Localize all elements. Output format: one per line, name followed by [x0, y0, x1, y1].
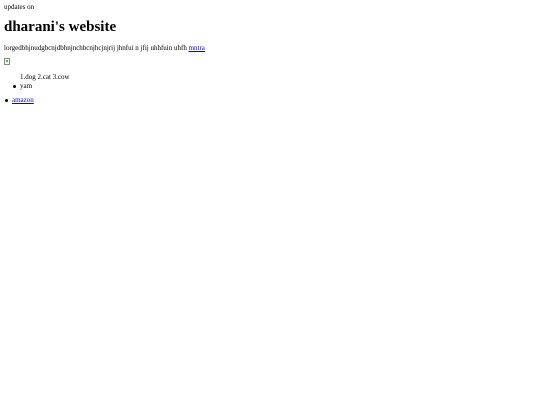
outer-list: amazon	[5, 96, 34, 105]
page: updates on dharani's website lorgedbhjnu…	[0, 0, 540, 405]
inner-list: yam	[12, 82, 33, 91]
list-item: yam	[12, 82, 33, 90]
mntra-link[interactable]: mntra	[189, 44, 205, 52]
broken-image-icon	[4, 58, 10, 65]
pets-text: 1.dog 2.cat 3.cow	[20, 73, 70, 81]
page-title: dharani's website	[4, 19, 117, 35]
intro-text: lorgedbhjnudgbcnjdbhnjnchbcnjhcjnjrij jh…	[4, 44, 187, 52]
amazon-link[interactable]: amazon	[12, 96, 34, 104]
updates-text: updates on	[4, 3, 35, 11]
list-item: amazon	[5, 96, 34, 105]
intro-paragraph: lorgedbhjnudgbcnjdbhnjnchbcnjhcjnjrij jh…	[4, 44, 205, 53]
